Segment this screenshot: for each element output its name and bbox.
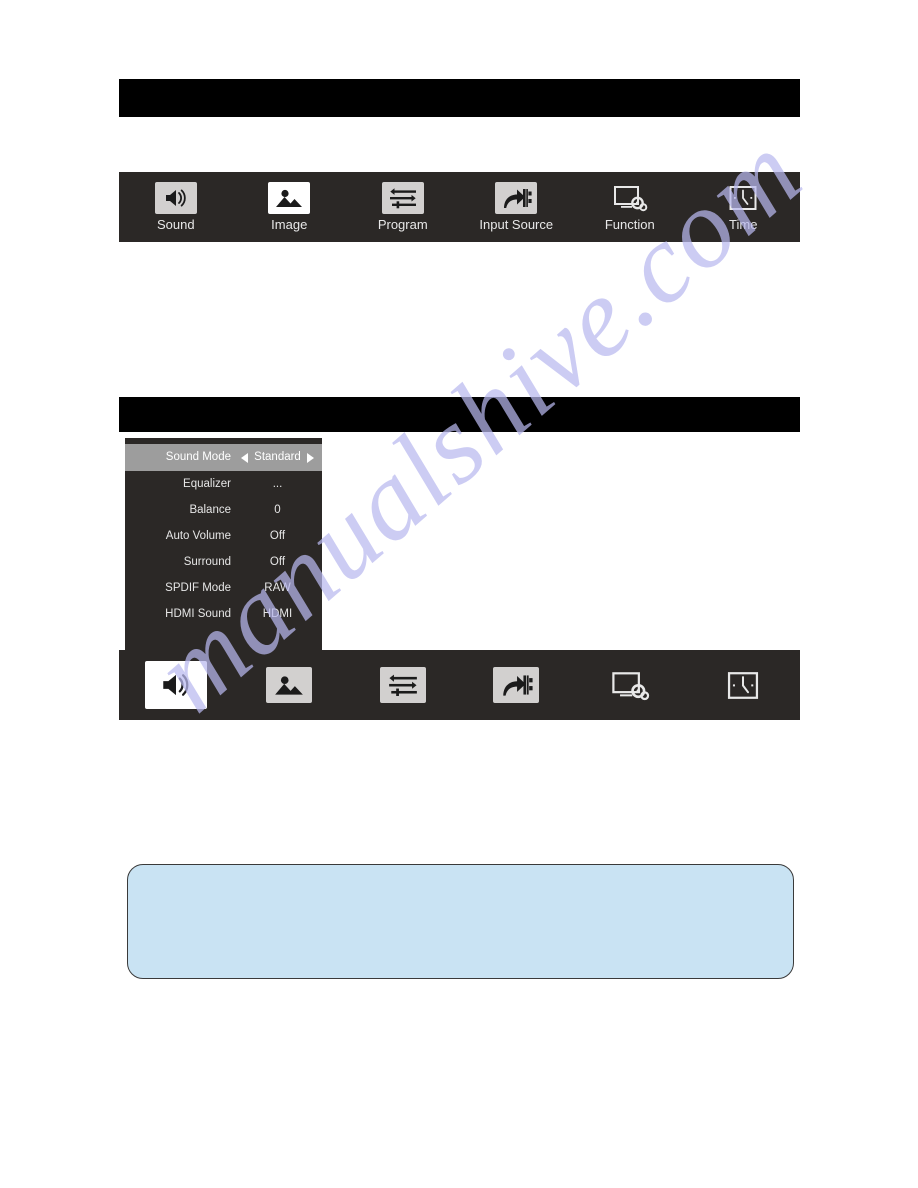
menu-value-equalizer: ... [272, 477, 283, 490]
menu-value-group-balance: 0 [239, 504, 316, 517]
osd-top-item-time[interactable]: Time [687, 172, 801, 242]
arrow-left-icon[interactable] [241, 452, 249, 463]
monitor-gear-icon [607, 667, 653, 703]
osd-bottom-item-list [119, 650, 800, 720]
menu-label-sound-mode: Sound Mode [165, 451, 231, 463]
speaker-icon [144, 661, 207, 709]
menu-row-spdif-mode[interactable]: SPDIF Mode RAW [125, 575, 322, 601]
menu-value-surround: Off [269, 555, 286, 568]
monitor-gear-icon [609, 182, 651, 214]
osd-top-item-list: Sound Image Program Input Source Functio… [119, 172, 800, 242]
menu-value-hdmi-sound: HDMI [262, 607, 293, 620]
menu-value-group-surround: Off [239, 556, 316, 569]
osd-bottom-item-image[interactable] [233, 650, 347, 720]
menu-label-surround: Surround [183, 555, 231, 568]
osd-top-label-program: Program [377, 217, 428, 232]
picture-icon [268, 182, 311, 214]
caption-bar-middle [119, 397, 800, 432]
menu-row-equalizer[interactable]: Equalizer ... [125, 471, 322, 497]
osd-menu-bar-bottom [119, 650, 800, 720]
note-box-text [128, 865, 793, 893]
menu-value-group-spdif-mode: RAW [239, 582, 316, 595]
menu-label-spdif-mode: SPDIF Mode [165, 581, 231, 594]
osd-top-item-function[interactable]: Function [573, 172, 687, 242]
arrow-right-icon[interactable] [306, 452, 314, 463]
menu-row-hdmi-sound[interactable]: HDMI Sound HDMI [125, 601, 322, 627]
menu-value-sound-mode: Standard [254, 451, 301, 463]
osd-top-item-input-source[interactable]: Input Source [460, 172, 574, 242]
osd-top-item-image[interactable]: Image [233, 172, 347, 242]
caption-bar-top [119, 79, 800, 117]
menu-value-group-sound-mode: Standard [239, 451, 316, 464]
menu-label-auto-volume: Auto Volume [165, 529, 231, 542]
input-source-icon [495, 182, 538, 214]
osd-top-label-time: Time [729, 217, 758, 232]
menu-label-balance: Balance [189, 503, 231, 516]
menu-row-sound-mode[interactable]: Sound Mode Standard [125, 444, 322, 471]
menu-label-equalizer: Equalizer [183, 477, 231, 490]
osd-top-item-program[interactable]: Program [346, 172, 460, 242]
sound-settings-panel: Sound Mode Standard Equalizer ... Balanc… [125, 438, 322, 650]
osd-top-item-sound[interactable]: Sound [119, 172, 233, 242]
osd-bottom-item-time[interactable] [687, 650, 801, 720]
clock-icon [722, 182, 764, 214]
menu-row-balance[interactable]: Balance 0 [125, 497, 322, 523]
clock-icon [720, 667, 766, 703]
osd-top-label-sound: Sound [156, 217, 195, 232]
osd-top-label-input-source: Input Source [479, 217, 554, 232]
menu-row-surround[interactable]: Surround Off [125, 549, 322, 575]
menu-value-group-hdmi-sound: HDMI [239, 608, 316, 621]
sliders-icon [381, 182, 424, 214]
osd-menu-bar-top: Sound Image Program Input Source Functio… [119, 172, 800, 242]
menu-value-group-equalizer: ... [239, 478, 316, 491]
menu-row-auto-volume[interactable]: Auto Volume Off [125, 523, 322, 549]
note-box [127, 864, 794, 979]
menu-value-spdif-mode: RAW [264, 581, 291, 594]
osd-top-label-image: Image [271, 217, 308, 232]
osd-bottom-item-function[interactable] [573, 650, 687, 720]
osd-bottom-item-sound[interactable] [119, 650, 233, 720]
menu-value-group-auto-volume: Off [239, 530, 316, 543]
picture-icon [266, 667, 313, 703]
speaker-icon [154, 182, 197, 214]
menu-value-balance: 0 [274, 503, 281, 516]
menu-value-auto-volume: Off [269, 529, 286, 542]
input-source-icon [493, 667, 540, 703]
osd-bottom-item-input-source[interactable] [460, 650, 574, 720]
menu-label-hdmi-sound: HDMI Sound [165, 607, 231, 620]
sliders-icon [379, 667, 426, 703]
osd-bottom-item-program[interactable] [346, 650, 460, 720]
osd-top-label-function: Function [604, 217, 655, 232]
